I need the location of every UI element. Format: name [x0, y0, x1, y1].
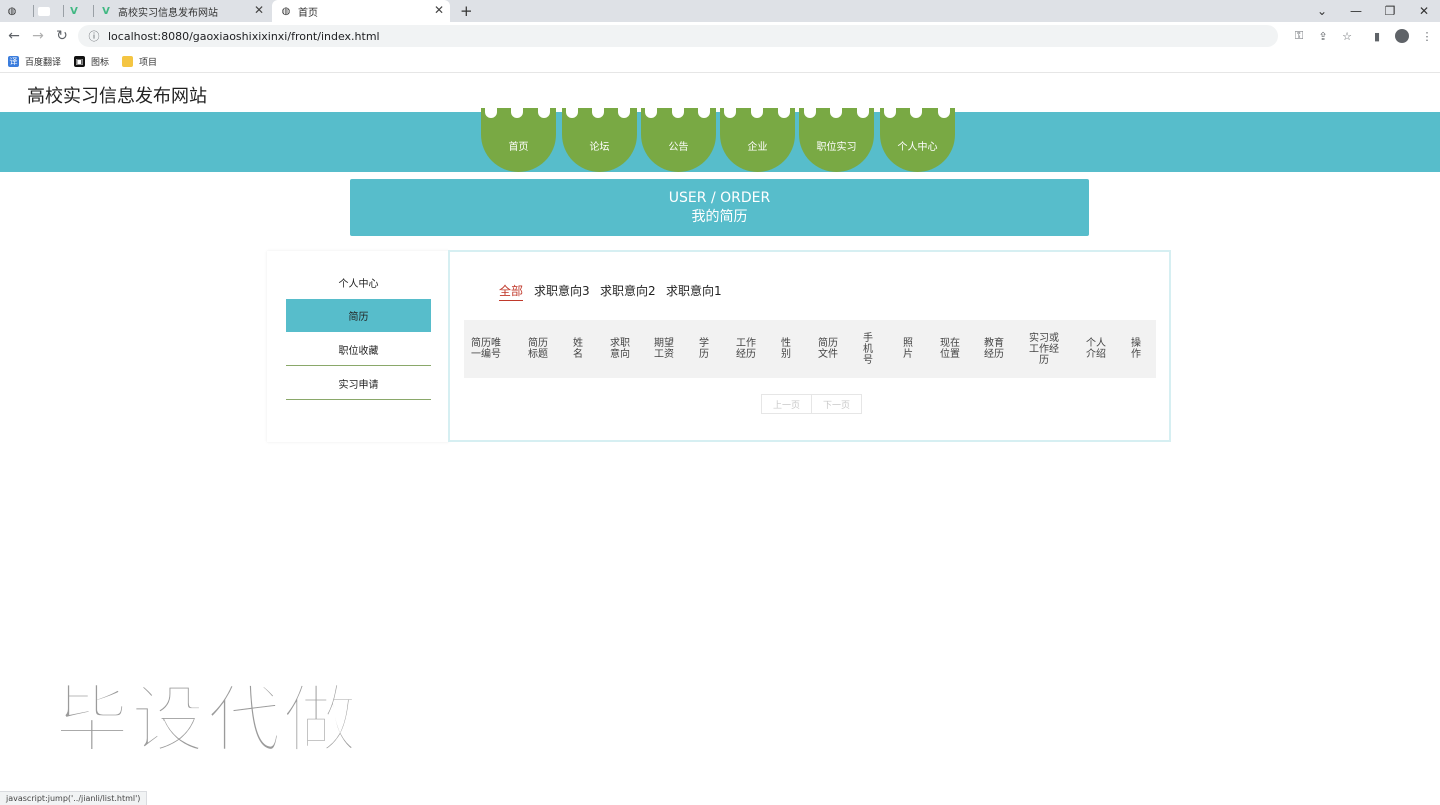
tab-label: 首页 — [298, 7, 318, 19]
filter-all[interactable]: 全部 — [499, 282, 524, 301]
share-icon[interactable]: ⇪ — [1314, 27, 1332, 45]
side-panel-icon[interactable]: ▮ — [1368, 27, 1386, 45]
prev-page-button[interactable]: 上一页 — [761, 394, 812, 414]
page-banner: USER / ORDER 我的简历 — [350, 179, 1089, 236]
filter-intent-2[interactable]: 求职意向2 — [600, 282, 656, 299]
bookmark-baidu-translate[interactable]: 译 百度翻译 — [8, 53, 61, 69]
site-title: 高校实习信息发布网站 — [27, 86, 207, 107]
next-page-button[interactable]: 下一页 — [811, 394, 862, 414]
tab-pinned-2[interactable] — [38, 0, 62, 22]
image-icon: ▣ — [74, 55, 85, 67]
bookmark-project[interactable]: 项目 — [122, 53, 157, 69]
th-gender: 性别 — [781, 338, 791, 360]
tab-search-icon[interactable]: ⌄ — [1304, 0, 1340, 22]
filter-intent-3[interactable]: 求职意向3 — [534, 282, 590, 299]
mail-icon — [38, 6, 50, 16]
restore-icon[interactable]: ❐ — [1372, 0, 1408, 22]
address-bar[interactable]: ⓘ localhost:8080/gaoxiaoshixixinxi/front… — [78, 25, 1278, 47]
info-icon: ⓘ — [88, 30, 100, 43]
th-phone: 手机号 — [863, 332, 873, 366]
th-intent: 求职意向 — [610, 338, 630, 360]
close-tab-icon[interactable]: ✕ — [254, 3, 264, 17]
minimize-icon[interactable]: — — [1338, 0, 1374, 22]
sidebar-item-user-center[interactable]: 个人中心 — [286, 266, 431, 299]
profile-avatar-icon[interactable] — [1393, 27, 1411, 45]
th-salary: 期望工资 — [654, 338, 674, 360]
th-education-level: 学历 — [699, 338, 709, 360]
user-sidebar: 个人中心 简历 职位收藏 实习申请 — [267, 251, 449, 442]
bookmark-icons[interactable]: ▣ 图标 — [74, 53, 109, 69]
sidebar-item-favorites[interactable]: 职位收藏 — [286, 333, 431, 366]
th-resume-title: 简历标题 — [528, 338, 548, 360]
folder-icon — [122, 55, 133, 67]
th-resume-file: 简历文件 — [818, 338, 838, 360]
banner-subtitle: USER / ORDER — [668, 190, 771, 206]
reload-icon[interactable]: ↻ — [52, 26, 72, 46]
vue-logo-icon: V — [70, 5, 78, 17]
tab-label: 高校实习信息发布网站 — [118, 7, 218, 19]
th-location: 现在位置 — [940, 338, 960, 360]
resume-content-panel: 全部 求职意向3 求职意向2 求职意向1 简历唯一编号 简历标题 姓名 求职意向… — [448, 250, 1171, 442]
tab-site[interactable]: V 高校实习信息发布网站 ✕ — [98, 0, 270, 22]
tab-home-active[interactable]: ◍ 首页 ✕ — [272, 0, 450, 22]
th-resume-id: 简历唯一编号 — [471, 338, 501, 360]
tab-separator — [93, 5, 94, 17]
th-name: 姓名 — [573, 338, 583, 360]
new-tab-button[interactable]: + — [460, 0, 478, 22]
banner-title: 我的简历 — [691, 209, 748, 225]
sidebar-item-resume[interactable]: 简历 — [286, 299, 431, 332]
th-work-experience: 工作经历 — [736, 338, 756, 360]
tab-separator — [33, 5, 34, 17]
filter-intent-1[interactable]: 求职意向1 — [666, 282, 722, 299]
sidebar-item-applications[interactable]: 实习申请 — [286, 367, 431, 400]
th-actions: 操作 — [1131, 338, 1141, 360]
main-nav: 首页 论坛 公告 企业 职位实习 个人中心 — [480, 108, 960, 172]
url-text: localhost:8080/gaoxiaoshixixinxi/front/i… — [108, 29, 380, 43]
globe-icon: ◍ — [281, 5, 291, 17]
vue-logo-icon: V — [102, 5, 110, 17]
close-tab-icon[interactable]: ✕ — [434, 3, 444, 17]
bookmarks-bar — [0, 50, 1440, 73]
th-education-history: 教育经历 — [984, 338, 1004, 360]
forward-icon[interactable]: → — [28, 26, 48, 46]
watermark: 毕设代做 — [54, 676, 359, 764]
resume-table-header: 简历唯一编号 简历标题 姓名 求职意向 期望工资 学历 工作经历 性别 简历文件… — [464, 320, 1156, 378]
globe-icon: ◍ — [7, 5, 17, 17]
th-photo: 照片 — [903, 338, 913, 360]
status-bar-link-preview: javascript:jump('../jianli/list.html') — [0, 791, 148, 805]
tab-separator — [63, 5, 64, 17]
key-icon[interactable]: ⚿ — [1290, 27, 1308, 45]
back-icon[interactable]: ← — [4, 26, 24, 46]
star-icon[interactable]: ☆ — [1338, 27, 1356, 45]
tab-pinned-1[interactable]: ◍ — [6, 0, 30, 22]
th-introduction: 个人介绍 — [1086, 338, 1106, 360]
th-internship-history: 实习或工作经历 — [1029, 332, 1059, 366]
tab-pinned-3[interactable]: V — [68, 0, 92, 22]
close-window-icon[interactable]: ✕ — [1406, 0, 1440, 22]
menu-kebab-icon[interactable]: ⋮ — [1418, 27, 1436, 45]
translate-icon: 译 — [8, 55, 19, 67]
